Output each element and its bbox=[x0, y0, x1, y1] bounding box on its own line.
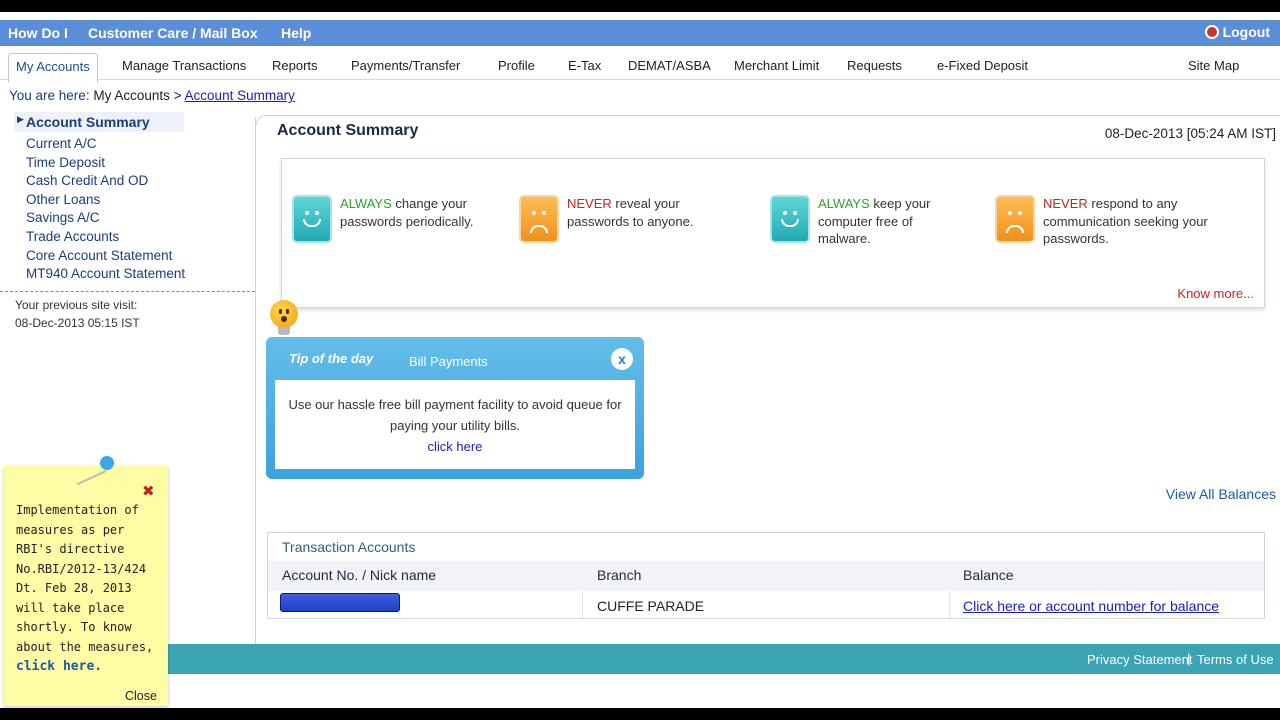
smiley-icon bbox=[292, 195, 332, 243]
page-title: Account Summary bbox=[277, 122, 419, 139]
tip-of-the-day-label: Tip of the day bbox=[289, 351, 374, 366]
pushpin-icon bbox=[100, 456, 114, 470]
how-do-i-link[interactable]: How Do I bbox=[8, 25, 68, 41]
tab-e-tax[interactable]: E-Tax bbox=[568, 58, 601, 73]
branch-cell: CUFFE PARADE bbox=[597, 598, 705, 614]
table-caption: Transaction Accounts bbox=[282, 539, 416, 555]
breadcrumb: You are here: My Accounts > Account Summ… bbox=[9, 88, 295, 103]
column-header-balance: Balance bbox=[963, 567, 1014, 583]
security-tips-panel: ALWAYS change your passwords periodicall… bbox=[281, 158, 1265, 308]
site-map-link[interactable]: Site Map bbox=[1188, 58, 1239, 73]
current-datetime: 08-Dec-2013 [05:24 AM IST] bbox=[1104, 126, 1276, 141]
security-tip: NEVER respond to any communication seeki… bbox=[995, 195, 1215, 248]
help-link[interactable]: Help bbox=[281, 25, 311, 41]
tip-keyword: NEVER bbox=[567, 196, 612, 211]
tab-profile[interactable]: Profile bbox=[498, 58, 535, 73]
content-left-border bbox=[255, 117, 256, 647]
tab-manage-transactions[interactable]: Manage Transactions bbox=[122, 58, 246, 73]
sidebar-item-trade-accounts[interactable]: Trade Accounts bbox=[26, 229, 185, 248]
transaction-accounts-table: Transaction Accounts Account No. / Nick … bbox=[267, 532, 1265, 620]
tab-demat-asba[interactable]: DEMAT/ASBA bbox=[628, 58, 711, 73]
pin-shadow bbox=[76, 470, 107, 486]
sidebar-item-mt940-statement[interactable]: MT940 Account Statement bbox=[26, 266, 185, 285]
logout-label: Logout bbox=[1222, 24, 1270, 40]
sidebar-list: Current A/C Time Deposit Cash Credit And… bbox=[26, 136, 185, 285]
sidebar-item-other-loans[interactable]: Other Loans bbox=[26, 192, 185, 211]
table-header: Account No. / Nick name Branch Balance bbox=[268, 561, 1264, 591]
light-bulb-icon bbox=[270, 300, 298, 340]
previous-visit-value: 08-Dec-2013 05:15 IST bbox=[15, 316, 140, 330]
main-menu: My Accounts Manage Transactions Reports … bbox=[0, 50, 1280, 83]
rbi-notice-popup: ✖ Implementation of measures as per RBI'… bbox=[4, 456, 168, 706]
breadcrumb-parent[interactable]: My Accounts bbox=[93, 88, 170, 103]
tip-of-the-day-card: Tip of the day Bill Payments x Use our h… bbox=[266, 337, 644, 479]
power-icon bbox=[1204, 25, 1219, 39]
tip-text: Use our hassle free bill payment facilit… bbox=[288, 397, 622, 433]
column-header-branch: Branch bbox=[597, 567, 642, 583]
tip-keyword: ALWAYS bbox=[340, 196, 392, 211]
breadcrumb-current[interactable]: Account Summary bbox=[185, 88, 295, 103]
security-tip: ALWAYS change your passwords periodicall… bbox=[292, 195, 492, 243]
footer-separator: | bbox=[1187, 651, 1191, 666]
tab-e-fixed-deposit[interactable]: e-Fixed Deposit bbox=[937, 58, 1028, 73]
privacy-statement-link[interactable]: Privacy Statement bbox=[1087, 652, 1193, 667]
sidebar-item-current-ac[interactable]: Current A/C bbox=[26, 136, 185, 155]
previous-visit: Your previous site visit: 08-Dec-2013 05… bbox=[15, 296, 140, 332]
breadcrumb-separator: > bbox=[173, 88, 182, 103]
tab-payments-transfer[interactable]: Payments/Transfer bbox=[351, 58, 460, 73]
sidebar-heading[interactable]: ▶ Account Summary bbox=[14, 112, 184, 132]
security-tip: NEVER reveal your passwords to anyone. bbox=[519, 195, 739, 243]
view-all-balances-link[interactable]: View All Balances bbox=[1166, 486, 1276, 502]
tab-merchant-limit[interactable]: Merchant Limit bbox=[734, 58, 819, 73]
know-more-link[interactable]: Know more... bbox=[1177, 286, 1254, 301]
balance-link[interactable]: Click here or account number for balance bbox=[963, 598, 1219, 614]
tip-title: Bill Payments bbox=[409, 354, 488, 369]
tip-keyword: ALWAYS bbox=[818, 196, 870, 211]
top-bar: How Do I Customer Care / Mail Box Help L… bbox=[0, 20, 1280, 46]
notice-text: Implementation of measures as per RBI's … bbox=[16, 503, 154, 654]
security-tip-text: ALWAYS keep your computer free of malwar… bbox=[818, 195, 948, 248]
sad-face-icon bbox=[519, 195, 559, 243]
tab-my-accounts[interactable]: My Accounts bbox=[8, 53, 98, 83]
tip-close-button[interactable]: x bbox=[611, 348, 633, 370]
tab-requests[interactable]: Requests bbox=[847, 58, 902, 73]
page: How Do I Customer Care / Mail Box Help L… bbox=[0, 12, 1280, 708]
sidebar-divider bbox=[0, 291, 255, 292]
breadcrumb-prefix: You are here: bbox=[9, 88, 90, 103]
triangle-right-icon: ▶ bbox=[17, 114, 24, 124]
smiley-icon bbox=[770, 195, 810, 243]
sad-face-icon bbox=[995, 195, 1035, 243]
table-row: CUFFE PARADE Click here or account numbe… bbox=[268, 591, 1264, 619]
sidebar-heading-label: Account Summary bbox=[26, 114, 150, 130]
security-tip: ALWAYS keep your computer free of malwar… bbox=[770, 195, 970, 248]
account-number-redacted[interactable] bbox=[280, 593, 400, 612]
sidebar-item-time-deposit[interactable]: Time Deposit bbox=[26, 155, 185, 174]
notice-close-button[interactable]: Close bbox=[125, 689, 157, 703]
tip-click-here-link[interactable]: click here bbox=[275, 436, 635, 457]
previous-visit-label: Your previous site visit: bbox=[15, 298, 138, 312]
security-tip-text: NEVER reveal your passwords to anyone. bbox=[567, 195, 739, 243]
sidebar-item-core-statement[interactable]: Core Account Statement bbox=[26, 248, 185, 267]
logout-button[interactable]: Logout bbox=[1204, 24, 1270, 40]
close-icon[interactable]: ✖ bbox=[142, 482, 155, 500]
footer: Privacy Statement | Terms of Use bbox=[168, 644, 1280, 674]
terms-of-use-link[interactable]: Terms of Use bbox=[1197, 652, 1274, 667]
customer-care-link[interactable]: Customer Care / Mail Box bbox=[88, 25, 258, 41]
sidebar-item-savings[interactable]: Savings A/C bbox=[26, 210, 185, 229]
notice-text-block: Implementation of measures as per RBI's … bbox=[16, 501, 162, 677]
security-tip-text: ALWAYS change your passwords periodicall… bbox=[340, 195, 492, 243]
tab-reports[interactable]: Reports bbox=[272, 58, 318, 73]
notice-click-here-link[interactable]: click here. bbox=[16, 659, 102, 674]
column-header-account: Account No. / Nick name bbox=[282, 567, 437, 583]
sidebar-item-cash-credit[interactable]: Cash Credit And OD bbox=[26, 173, 185, 192]
tip-keyword: NEVER bbox=[1043, 196, 1088, 211]
tip-body: Use our hassle free bill payment facilit… bbox=[275, 380, 635, 469]
security-tip-text: NEVER respond to any communication seeki… bbox=[1043, 195, 1213, 248]
